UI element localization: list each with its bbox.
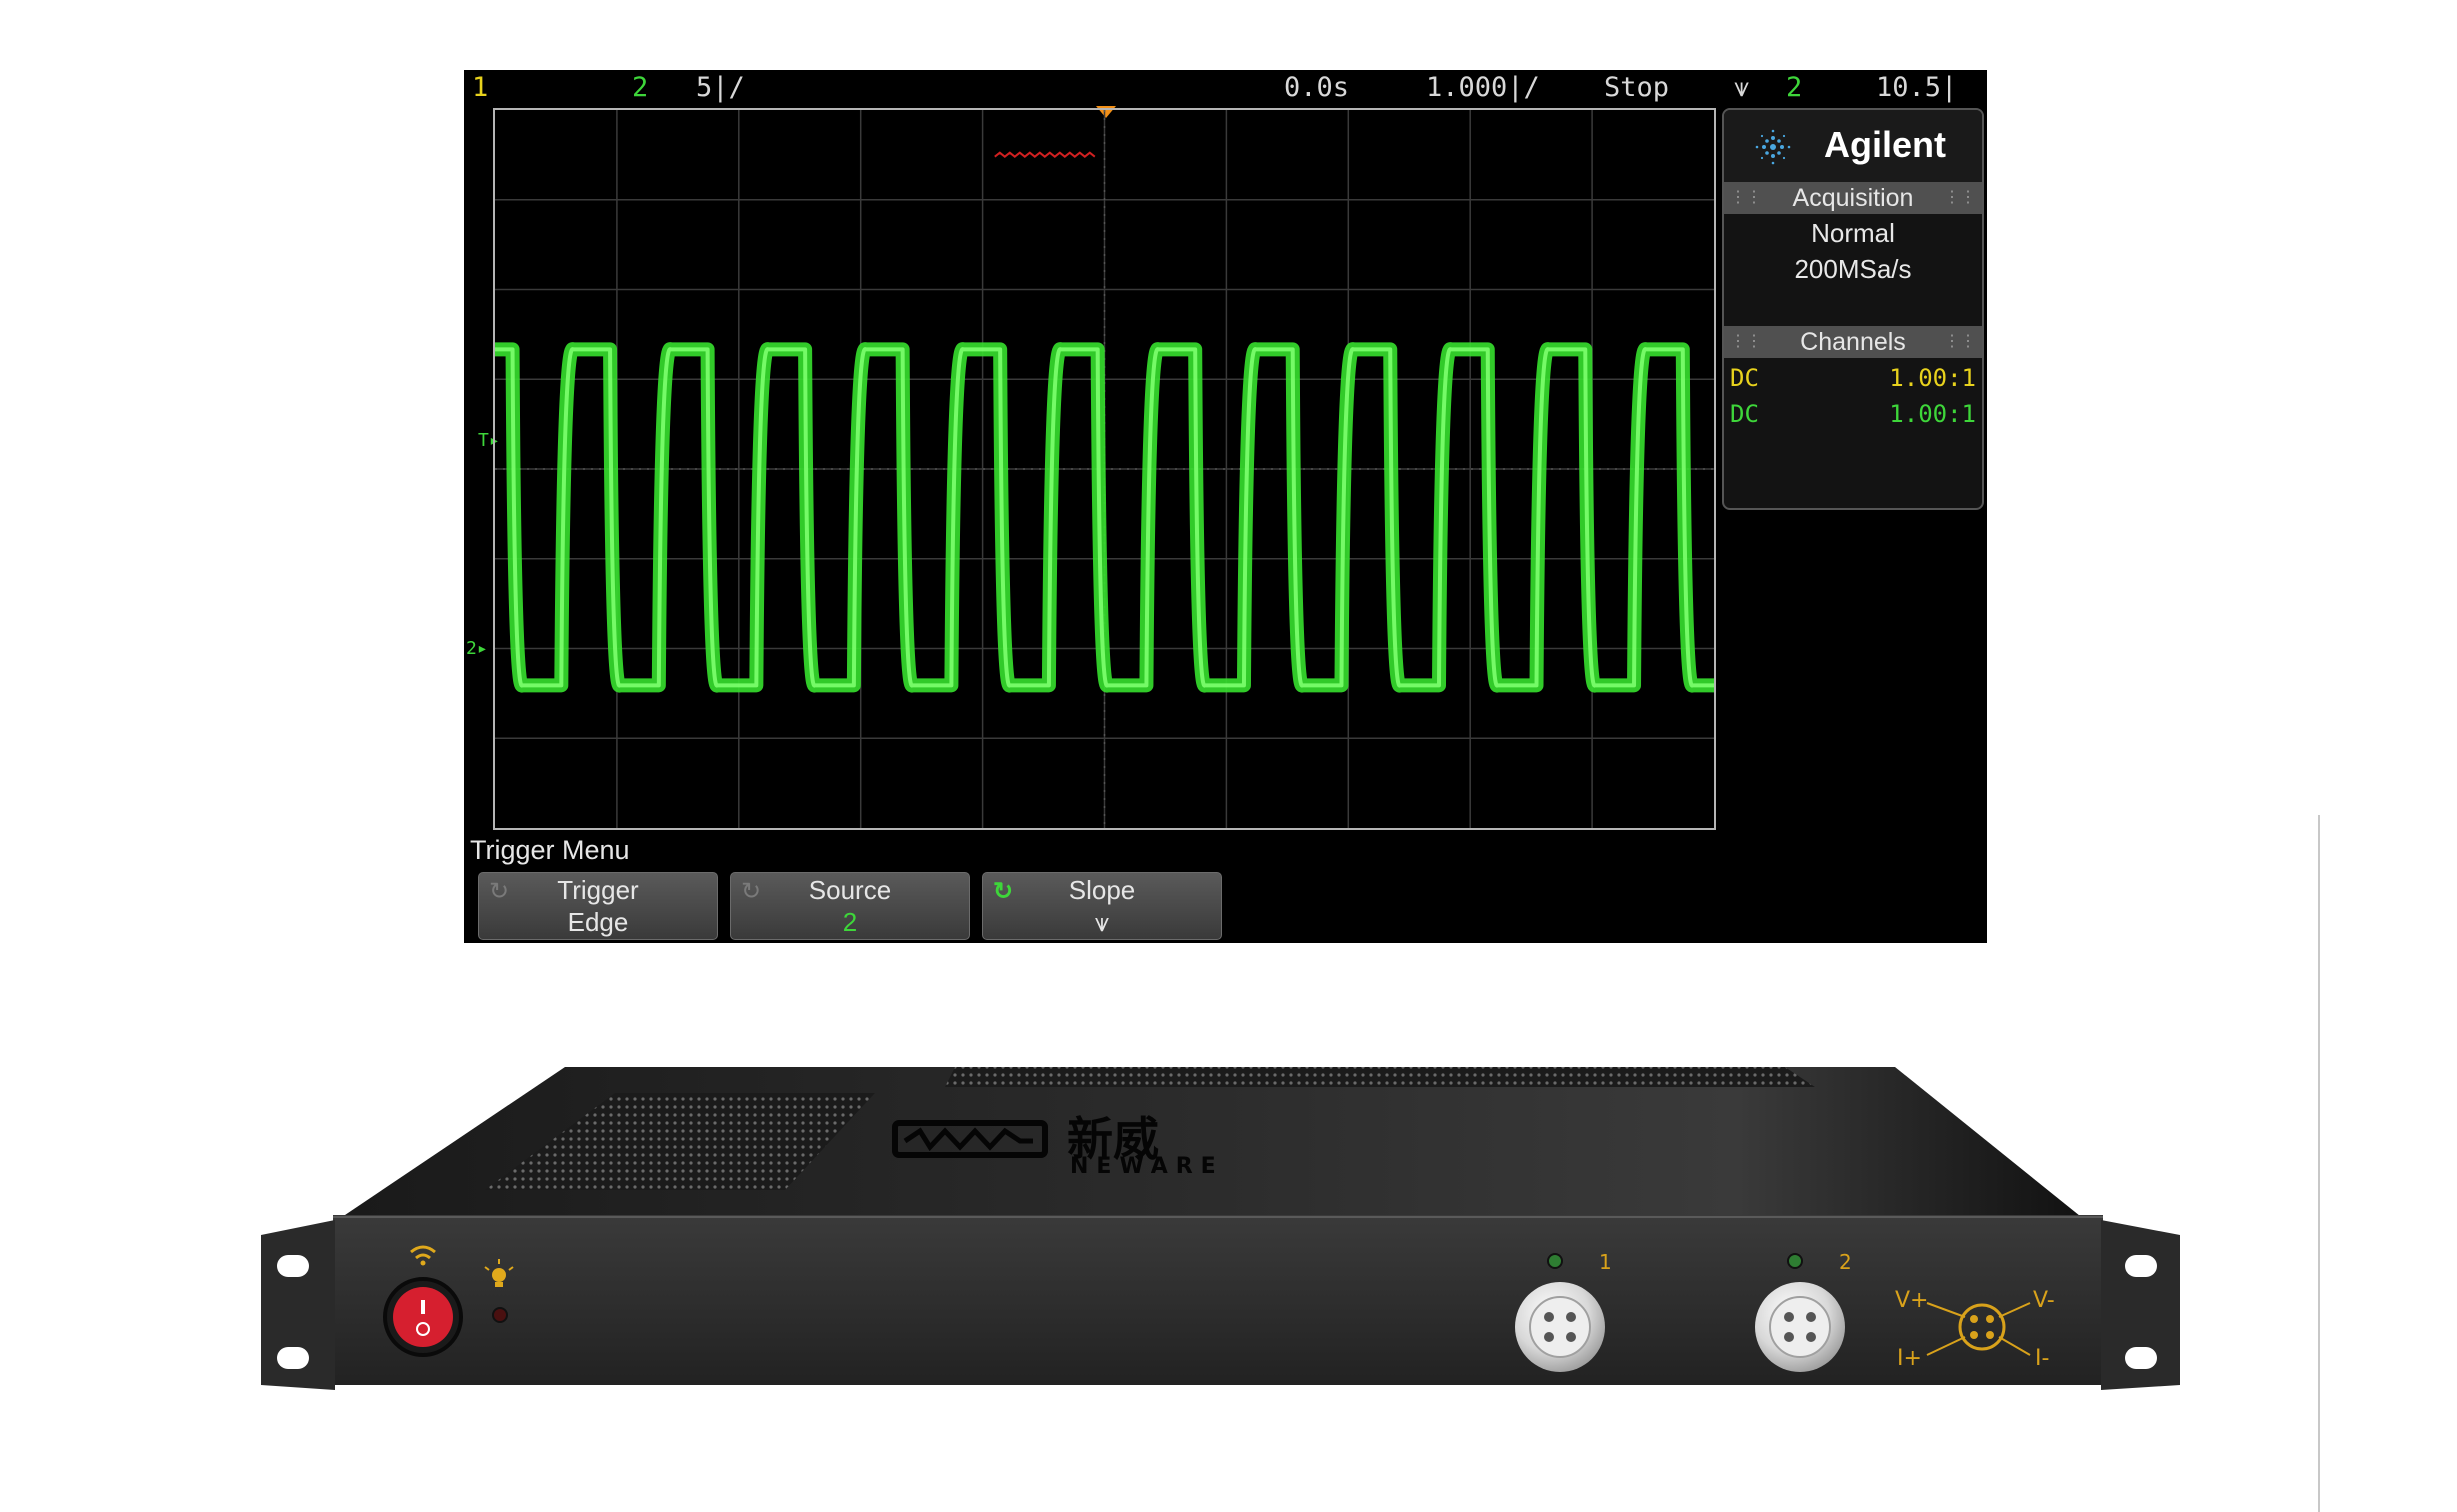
time-scale: 1.000∣/ bbox=[1426, 72, 1540, 103]
power-switch[interactable] bbox=[383, 1277, 463, 1357]
divider-line bbox=[2318, 815, 2320, 1512]
device-front-panel bbox=[333, 1215, 2103, 1385]
waveform-plot bbox=[495, 110, 1714, 828]
status-led bbox=[492, 1307, 508, 1323]
channel2-led bbox=[1787, 1253, 1803, 1269]
trigger-level-glitch bbox=[994, 151, 1096, 158]
softkey-source[interactable]: ↻ Source 2 bbox=[730, 872, 970, 940]
channel2-scale: 5∣/ bbox=[696, 72, 745, 103]
run-state[interactable]: Stop bbox=[1604, 72, 1669, 103]
left-rack-ear bbox=[261, 1220, 335, 1390]
channel1-connector[interactable] bbox=[1515, 1282, 1605, 1372]
channel2-trace bbox=[495, 342, 1714, 693]
neware-rack-device: 新威 NEWARE 1 2 V+ V- I+ I- bbox=[261, 1067, 2180, 1390]
acquisition-mode: Normal bbox=[1811, 218, 1895, 248]
brand-header: Agilent bbox=[1724, 110, 1982, 182]
trigger-slope-indicator: ⩛ bbox=[1734, 72, 1750, 103]
channel1-label: 1 bbox=[1599, 1250, 1612, 1274]
svg-text:V-: V- bbox=[2033, 1288, 2055, 1313]
trigger-source-indicator: 2 bbox=[1786, 72, 1803, 103]
acquisition-heading: ⋮⋮ Acquisition ⋮⋮ bbox=[1724, 182, 1982, 214]
svg-text:I+: I+ bbox=[1897, 1346, 1922, 1371]
svg-text:NEWARE: NEWARE bbox=[1070, 1154, 1224, 1179]
top-vent-grille bbox=[945, 1067, 1815, 1087]
channel2-coupling: DC bbox=[1730, 400, 1759, 428]
oscilloscope-screen: 1 2 5∣/ 0.0s 1.000∣/ Stop ⩛ 2 10.5∣ T▸ 2… bbox=[464, 70, 1987, 943]
channels-heading: ⋮⋮ Channels ⋮⋮ bbox=[1724, 326, 1982, 358]
channel1-indicator[interactable]: 1 bbox=[472, 72, 488, 103]
trigger-level: 10.5∣ bbox=[1876, 72, 1958, 103]
right-rack-ear bbox=[2101, 1220, 2180, 1390]
agilent-spark-icon bbox=[1755, 129, 1791, 165]
svg-text:I-: I- bbox=[2035, 1346, 2049, 1371]
channel1-led bbox=[1547, 1253, 1563, 1269]
softkey-trigger[interactable]: ↻ Trigger Edge bbox=[478, 872, 718, 940]
info-panel: Agilent ⋮⋮ Acquisition ⋮⋮ Normal 200MSa/… bbox=[1722, 108, 1984, 510]
channel2-probe: 1.00:1 bbox=[1889, 400, 1976, 428]
sample-rate: 200MSa/s bbox=[1794, 254, 1912, 284]
menu-title: Trigger Menu bbox=[470, 835, 630, 865]
channel2-ground-marker: 2▸ bbox=[466, 638, 488, 659]
channel2-label: 2 bbox=[1839, 1250, 1852, 1274]
channel2-connector[interactable] bbox=[1755, 1282, 1845, 1372]
waveform-graticule[interactable] bbox=[493, 108, 1716, 830]
status-bar: 1 2 5∣/ 0.0s 1.000∣/ Stop ⩛ 2 10.5∣ bbox=[464, 70, 1987, 106]
channel2-indicator[interactable]: 2 bbox=[632, 72, 648, 103]
channel1-probe: 1.00:1 bbox=[1889, 364, 1976, 392]
softkey-slope[interactable]: ↻ Slope ⩛ bbox=[982, 872, 1222, 940]
svg-text:V+: V+ bbox=[1895, 1288, 1928, 1313]
time-position: 0.0s bbox=[1284, 72, 1350, 103]
brand-name: Agilent bbox=[1824, 124, 1946, 165]
channel1-coupling: DC bbox=[1730, 364, 1759, 392]
